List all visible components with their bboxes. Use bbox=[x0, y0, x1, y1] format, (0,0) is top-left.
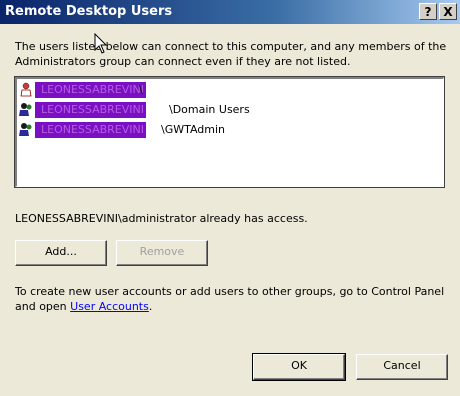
user-icon bbox=[20, 82, 32, 97]
access-note: LEONESSABREVINI\administrator already ha… bbox=[15, 212, 308, 225]
user-domain: LEONESSABREVINI bbox=[35, 122, 146, 138]
user-accounts-link[interactable]: User Accounts bbox=[70, 300, 149, 313]
users-listbox[interactable]: LEONESSABREVINI \ LEONESSABREVINI \Domai… bbox=[14, 76, 445, 188]
footer-text-after: . bbox=[148, 300, 153, 313]
ok-button[interactable]: OK bbox=[252, 353, 346, 381]
help-button[interactable]: ? bbox=[419, 3, 437, 20]
user-domain: LEONESSABREVINI bbox=[35, 102, 146, 118]
remove-button[interactable]: Remove bbox=[116, 240, 208, 266]
title-bar: Remote Desktop Users ? X bbox=[0, 0, 460, 24]
group-icon bbox=[19, 103, 32, 116]
user-suffix: \GWTAdmin bbox=[161, 123, 226, 136]
group-icon bbox=[19, 123, 32, 136]
close-button[interactable]: X bbox=[439, 3, 457, 20]
user-suffix: \Domain Users bbox=[169, 103, 250, 116]
user-domain: LEONESSABREVINI bbox=[35, 82, 146, 98]
footer-text: To create new user accounts or add users… bbox=[15, 284, 455, 314]
user-suffix: \ bbox=[139, 83, 143, 96]
window-title: Remote Desktop Users bbox=[5, 4, 173, 19]
mouse-pointer-icon bbox=[94, 33, 108, 54]
add-button[interactable]: Add... bbox=[15, 240, 107, 266]
cancel-button[interactable]: Cancel bbox=[356, 354, 448, 380]
intro-text: The users listed below can connect to th… bbox=[15, 40, 447, 68]
